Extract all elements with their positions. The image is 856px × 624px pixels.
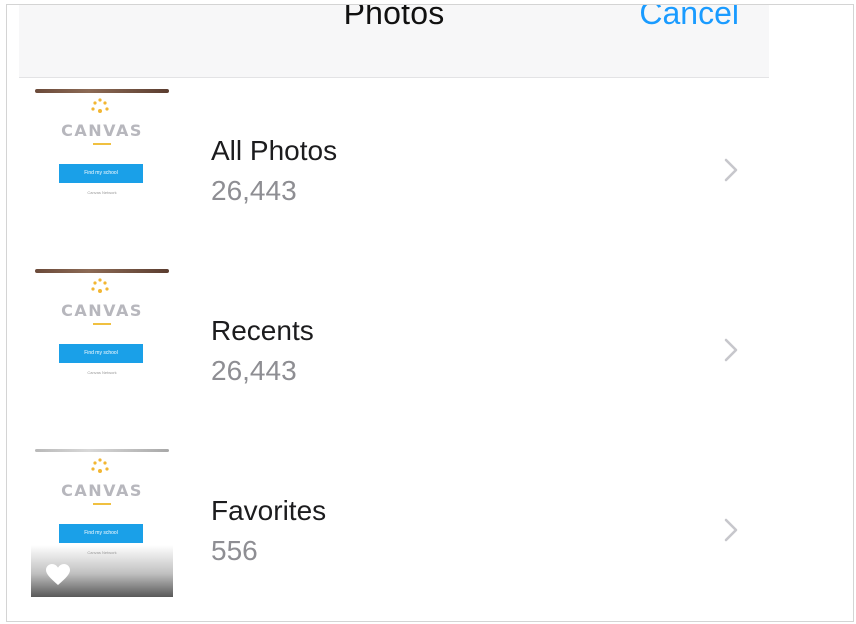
thumbnail-status-bar	[35, 449, 169, 452]
thumbnail-logo-underline	[93, 143, 111, 145]
album-row-all-photos[interactable]: CANVAS Find my school Canvas Network All…	[31, 87, 771, 237]
thumbnail-find-button: Find my school	[59, 344, 143, 363]
thumbnail-status-bar	[35, 269, 169, 273]
chevron-right-icon	[724, 158, 738, 182]
thumbnail-logo-underline	[93, 503, 111, 505]
album-count: 26,443	[211, 355, 297, 386]
heart-icon	[46, 564, 70, 585]
thumbnail-status-bar	[35, 89, 169, 93]
album-thumbnail: CANVAS Find my school Canvas Network	[31, 87, 173, 237]
album-title: All Photos	[211, 135, 338, 166]
album-title: Favorites	[211, 495, 327, 526]
thumbnail-link-text: Canvas Network	[87, 370, 117, 375]
chevron-right-icon	[724, 518, 738, 542]
canvas-sun-logo-icon	[91, 458, 109, 473]
cancel-button[interactable]: Cancel	[639, 5, 739, 32]
thumbnail-link-text: Canvas Network	[87, 190, 117, 195]
album-thumbnail: CANVAS Find my school Canvas Network	[31, 447, 173, 597]
album-row-favorites[interactable]: CANVAS Find my school Canvas Network Fav…	[31, 447, 771, 597]
thumbnail-find-button: Find my school	[59, 164, 143, 183]
canvas-sun-logo-icon	[91, 278, 109, 293]
album-thumbnail: CANVAS Find my school Canvas Network	[31, 267, 173, 417]
thumbnail-logo-text: CANVAS	[61, 121, 143, 140]
album-row-recents[interactable]: CANVAS Find my school Canvas Network Rec…	[31, 267, 771, 417]
thumbnail-logo-underline	[93, 323, 111, 325]
navigation-bar: Photos Cancel	[19, 5, 769, 78]
canvas-sun-logo-icon	[91, 98, 109, 113]
album-count: 26,443	[211, 175, 297, 206]
thumbnail-find-button: Find my school	[59, 524, 143, 543]
photo-picker-window: Photos Cancel CANVAS Find my school Canv…	[6, 4, 854, 622]
thumbnail-logo-text: CANVAS	[61, 301, 143, 320]
album-title: Recents	[211, 315, 314, 346]
album-count: 556	[211, 535, 258, 566]
chevron-right-icon	[724, 338, 738, 362]
thumbnail-logo-text: CANVAS	[61, 481, 143, 500]
